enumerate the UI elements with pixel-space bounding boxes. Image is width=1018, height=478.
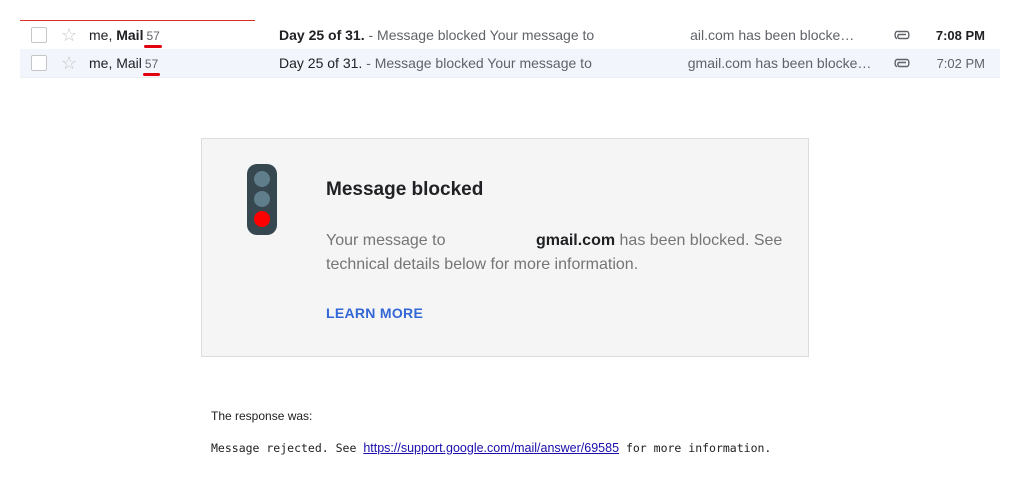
redacted-address [595,57,688,72]
email-snippet: Day 25 of 31. - Message blocked Your mes… [279,26,879,44]
email-time: 7:08 PM [935,27,985,43]
traffic-light-middle [254,191,270,207]
response-label: The response was: [211,409,313,423]
email-subject: Day 25 of 31. [279,54,363,71]
email-row[interactable]: ☆ me, Mail 57 Day 25 of 31. - Message blo… [20,49,1000,78]
star-icon[interactable]: ☆ [61,26,79,44]
attachment-icon [893,27,913,43]
star-icon[interactable]: ☆ [61,54,79,72]
recipient-email: gmail.com [535,232,616,249]
learn-more-link[interactable]: LEARN MORE [326,305,423,321]
thread-count: 57 [144,57,159,71]
sender: me, Mail 57 [89,55,279,71]
sender: me, Mail 57 [89,27,279,43]
body-text-start: Your message to [326,232,450,249]
email-row[interactable]: ☆ me, Mail 57 Day 25 of 31. - Message blo… [20,21,1000,50]
response-suffix: for more information. [619,441,772,455]
redacted-address [598,29,691,44]
email-snippet: Day 25 of 31. - Message blocked Your mes… [279,54,879,72]
sender-name: Mail [116,55,142,71]
attachment-icon [893,55,913,71]
message-blocked-card: Message blocked Your message to gmail.co… [201,138,809,357]
sender-name: Mail [116,27,144,43]
card-title: Message blocked [326,179,484,200]
sender-prefix: me, [89,27,117,43]
traffic-light-icon [247,164,277,235]
sender-prefix: me, [89,55,117,71]
select-checkbox[interactable] [31,55,47,71]
redacted-address [449,232,536,249]
snippet-end: gmail.com has been blocke… [687,54,872,71]
snippet-start: - Message blocked Your message to [362,54,596,71]
response-detail: Message rejected. See https://support.go… [211,441,771,455]
email-subject: Day 25 of 31. [279,26,365,43]
response-prefix: Message rejected. See [211,441,364,455]
email-time: 7:02 PM [936,55,985,71]
snippet-end: ail.com has been blocke… [690,26,855,43]
thread-count: 57 [146,29,160,43]
select-checkbox[interactable] [31,27,47,43]
traffic-light-red [254,211,270,227]
snippet-start: - Message blocked Your message to [364,26,599,43]
support-link[interactable]: https://support.google.com/mail/answer/6… [363,441,619,455]
card-body: Your message to gmail.com has been block… [326,229,796,277]
traffic-light-top [254,171,270,187]
